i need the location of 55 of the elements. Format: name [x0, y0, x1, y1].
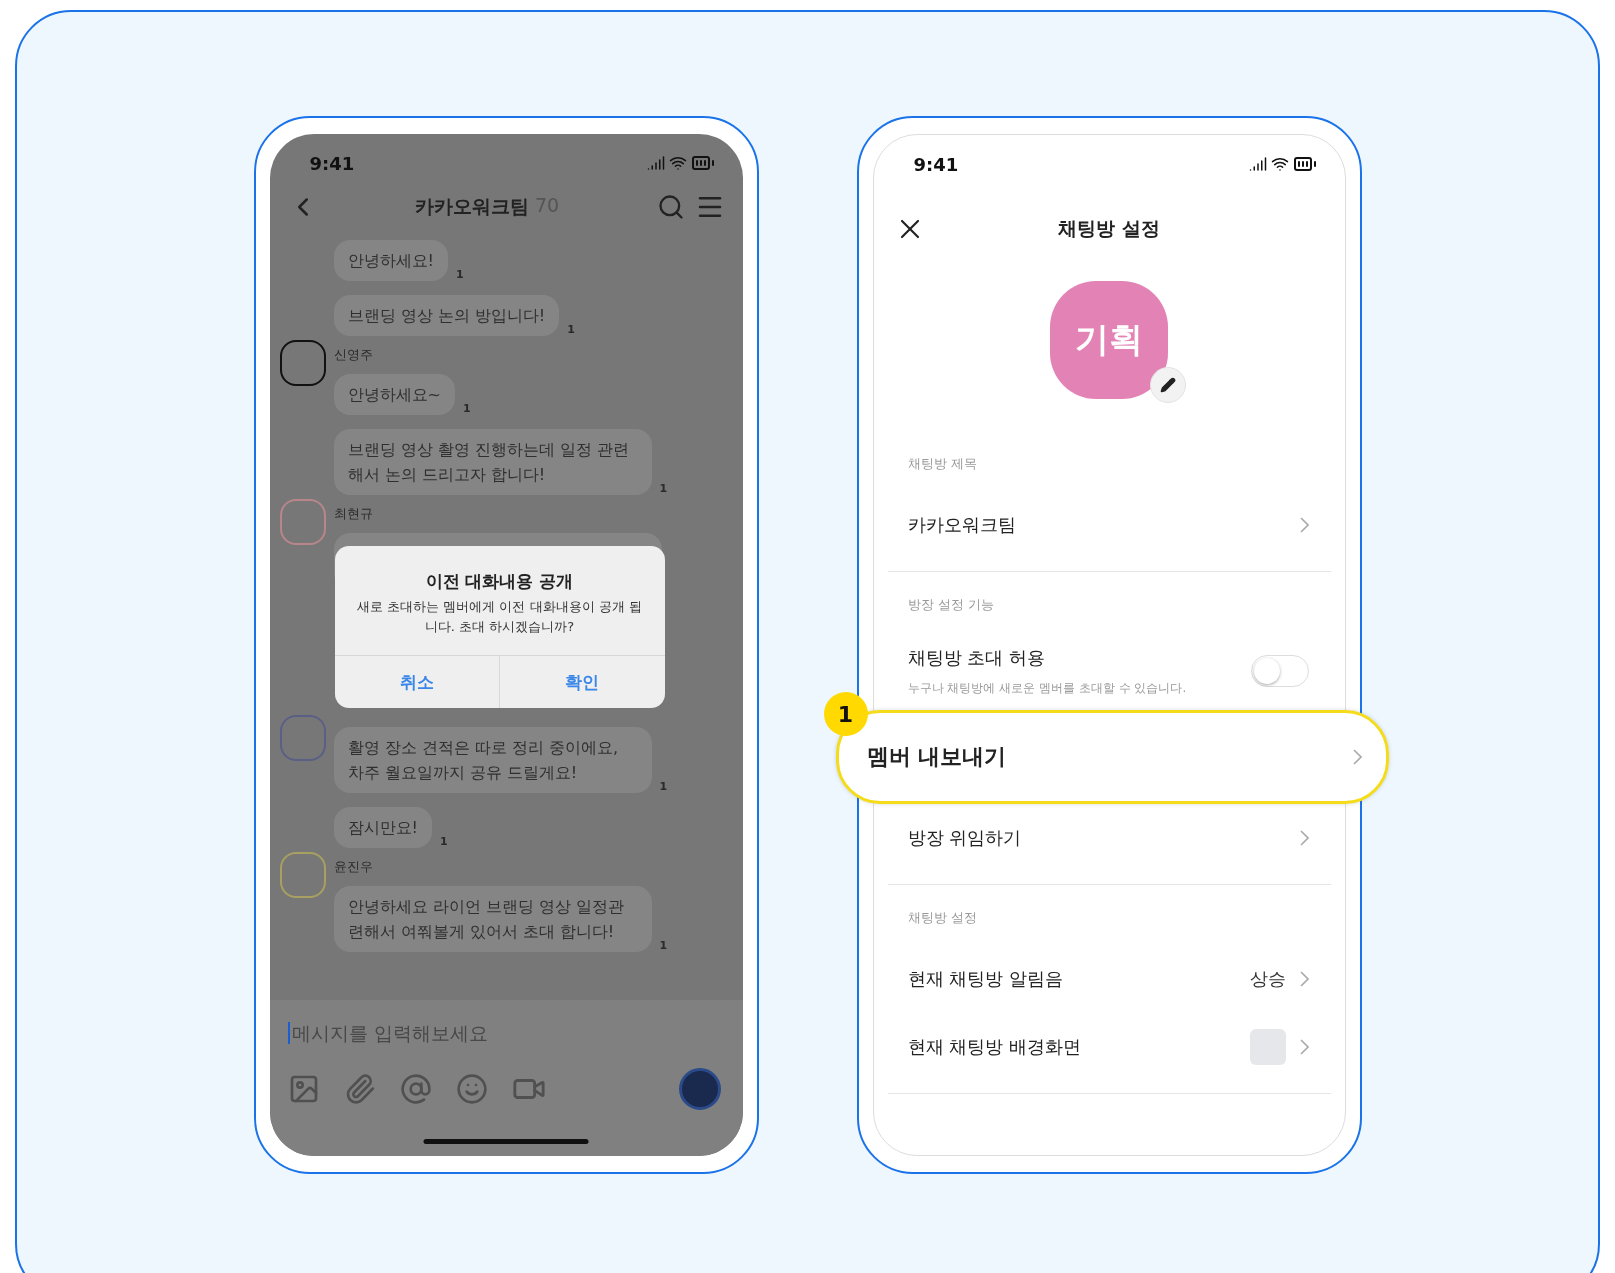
unread-count: 1 — [567, 323, 575, 336]
pencil-icon — [1160, 377, 1176, 393]
message-bubble: 브랜딩 영상 촬영 진행하는데 일정 관련 해서 논의 드리고자 합니다! — [333, 429, 652, 495]
toggle-switch[interactable] — [1250, 655, 1309, 687]
unread-count: 1 — [659, 780, 668, 793]
screen-title: 채팅방 설정 — [1058, 216, 1160, 241]
row-label: 방장 위임하기 — [907, 826, 1023, 850]
section-label: 채팅방 설정 — [906, 909, 978, 927]
wifi-icon — [668, 154, 687, 172]
search-icon[interactable] — [656, 193, 685, 221]
chevron-right-icon — [1299, 971, 1309, 987]
chevron-right-icon — [1299, 830, 1309, 846]
status-time: 9:41 — [913, 153, 959, 175]
sender-name: 최현규 — [333, 505, 373, 523]
message-bubble: 안녕하세요! — [333, 240, 448, 281]
row-value: 상승 — [1249, 967, 1286, 991]
chevron-right-icon — [1299, 517, 1309, 533]
chat-title: 카카오워크팀 — [414, 194, 529, 219]
edit-button[interactable] — [1150, 367, 1186, 403]
message-input[interactable]: 메시지를 입력해보세요 — [287, 1022, 721, 1044]
settings-row[interactable]: 현재 채팅방 배경화면 — [887, 1013, 1331, 1081]
dialog-message: 새로 초대하는 멤버에게 이전 대화내용이 공개 됩니다. 초대 하시겠습니까? — [356, 598, 643, 636]
settings-row[interactable]: 방장 위임하기 — [887, 804, 1331, 872]
dialog-title: 이전 대화내용 공개 — [425, 570, 574, 593]
signal-icon — [1248, 155, 1267, 173]
message-bubble: 안녕하세요 라이언 브랜딩 영상 일정관 련해서 여쭤볼게 있어서 초대 합니다! — [333, 886, 652, 952]
message-bubble: 안녕하세요~ — [333, 374, 455, 415]
signal-icon — [646, 154, 665, 172]
unread-count: 1 — [439, 835, 448, 848]
step-badge: 1 — [823, 692, 868, 736]
chevron-right-icon — [1299, 1039, 1309, 1055]
unread-count: 1 — [659, 939, 668, 952]
unread-count: 1 — [659, 482, 668, 495]
settings-row[interactable]: 카카오워크팀 — [887, 491, 1331, 559]
smiley-icon[interactable] — [455, 1073, 488, 1105]
row-label: 채팅방 초대 허용 — [907, 645, 1046, 670]
message-bubble: 브랜딩 영상 논의 방입니다! — [333, 295, 560, 336]
section-label: 채팅방 제목 — [906, 455, 978, 473]
message-bubble: 활영 장소 견적은 따로 정리 중이에요, 차주 월요일까지 공유 드릴게요! — [333, 727, 652, 793]
send-button[interactable] — [678, 1068, 721, 1110]
row-label: 현재 채팅방 배경화면 — [907, 1035, 1082, 1059]
unread-count: 1 — [455, 268, 464, 281]
sender-name: 신영주 — [333, 346, 373, 364]
settings-row[interactable]: 현재 채팅방 알림음 상승 — [887, 945, 1331, 1013]
sender-name: 윤진우 — [333, 858, 373, 876]
row-label: 현재 채팅방 알림음 — [907, 967, 1064, 991]
row-label: 카카오워크팀 — [907, 513, 1017, 537]
chevron-right-icon — [1352, 749, 1362, 765]
status-time: 9:41 — [309, 152, 355, 174]
wifi-icon — [1270, 155, 1289, 173]
row-description: 누구나 채팅방에 새로운 멤버를 초대할 수 있습니다. — [907, 679, 1188, 697]
message-bubble: 잠시만요! — [333, 807, 432, 848]
at-sign-icon[interactable] — [399, 1073, 432, 1105]
section-label: 방장 설정 기능 — [906, 596, 995, 614]
unread-count: 1 — [462, 402, 471, 415]
